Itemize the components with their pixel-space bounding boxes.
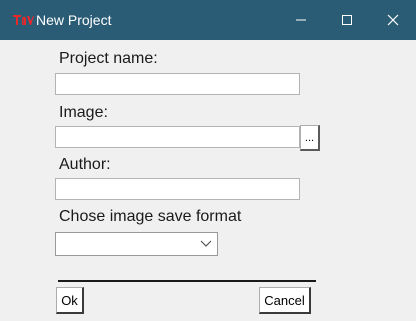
project-name-label: Project name: <box>59 50 158 67</box>
author-input[interactable] <box>55 178 300 200</box>
new-project-dialog: New Project Project name: Image: ... Aut… <box>0 0 416 321</box>
image-format-select[interactable] <box>55 232 218 256</box>
chevron-down-icon <box>200 240 212 247</box>
image-label: Image: <box>59 104 108 121</box>
cancel-button[interactable]: Cancel <box>259 287 311 314</box>
title-bar[interactable]: New Project <box>0 0 416 40</box>
minimize-icon <box>296 19 306 21</box>
window-title: New Project <box>36 12 112 28</box>
maximize-button[interactable] <box>324 0 370 40</box>
close-button[interactable] <box>370 0 416 40</box>
browse-image-button[interactable]: ... <box>300 125 320 151</box>
image-path-input[interactable] <box>55 126 300 148</box>
maximize-icon <box>342 15 352 25</box>
format-label: Chose image save format <box>59 208 242 225</box>
project-name-input[interactable] <box>55 73 300 95</box>
ok-button[interactable]: Ok <box>56 287 84 314</box>
divider <box>58 280 316 282</box>
minimize-button[interactable] <box>278 0 324 40</box>
author-label: Author: <box>59 156 111 173</box>
app-logo-icon <box>13 15 34 25</box>
close-icon <box>387 14 399 26</box>
